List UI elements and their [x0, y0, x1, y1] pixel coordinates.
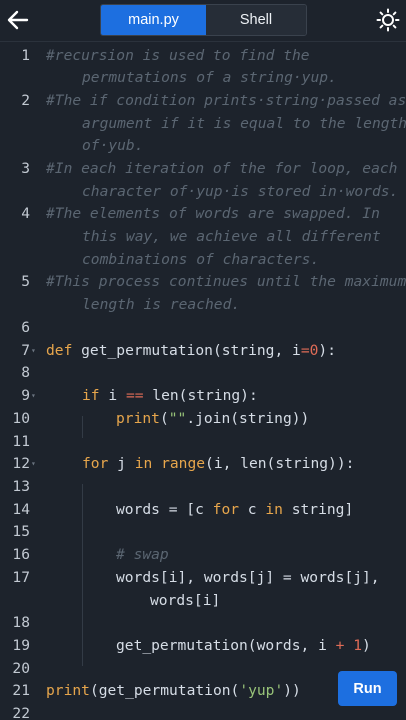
tab-shell[interactable]: Shell [206, 5, 306, 35]
code-line: 12 ▾ for j in range(i, len(string)): [0, 453, 406, 475]
fold-arrow-icon[interactable]: ▾ [31, 385, 36, 407]
code-line: 19 get_permutation(words, i + 1) [12, 637, 371, 654]
code-line: 17 words[i], words[j] = words[j], [12, 569, 380, 586]
code-line: 6 [21, 319, 30, 336]
top-bar: main.py Shell [0, 0, 406, 42]
code-line: 11 [12, 433, 30, 450]
code-line-wrap: of·yub. [82, 137, 144, 154]
code-line: 2 #The if condition prints·string·passed … [21, 92, 406, 109]
code-line: 7 ▾ def get_permutation(string, i=0): [0, 340, 406, 362]
sun-icon[interactable] [376, 8, 400, 32]
code-line: 9 ▾ if i == len(string): [0, 385, 406, 407]
code-line: 8 [21, 364, 30, 381]
code-line-wrap: character of·yup·is stored in·words. [82, 183, 399, 200]
code-line: 13 [12, 478, 30, 495]
file-tabs: main.py Shell [100, 4, 307, 36]
code-line-wrap: combinations of characters. [82, 251, 320, 268]
code-line: 10 print("".join(string)) [12, 410, 310, 427]
back-arrow-icon[interactable] [5, 7, 31, 33]
code-line-wrap: length is reached. [82, 296, 241, 313]
code-line: 3 #In each iteration of the for loop, eac… [21, 160, 398, 177]
code-line-wrap: argument if it is equal to the length [82, 115, 406, 132]
code-line: 5 #This process continues until the maxim… [21, 273, 406, 290]
code-line: 15 [12, 523, 30, 540]
code-line: 18 [12, 614, 30, 631]
code-line: 1 #recursion is used to find the [21, 47, 310, 64]
code-line-wrap: words[i] [150, 592, 221, 609]
code-editor[interactable]: 1 #recursion is used to find the permutat… [0, 42, 406, 720]
code-line: 4 #The elements of words are swapped. In [21, 205, 380, 222]
code-line-wrap: this way, we achieve all different [82, 228, 381, 245]
tab-main-py[interactable]: main.py [101, 5, 206, 35]
run-button[interactable]: Run [338, 671, 397, 706]
fold-arrow-icon[interactable]: ▾ [31, 340, 36, 362]
code-line: 16 # swap [12, 546, 169, 563]
code-line-wrap: permutations of a string·yup. [82, 69, 337, 86]
code-line: 14 words = [c for c in string] [12, 501, 354, 518]
fold-arrow-icon[interactable]: ▾ [31, 453, 36, 475]
